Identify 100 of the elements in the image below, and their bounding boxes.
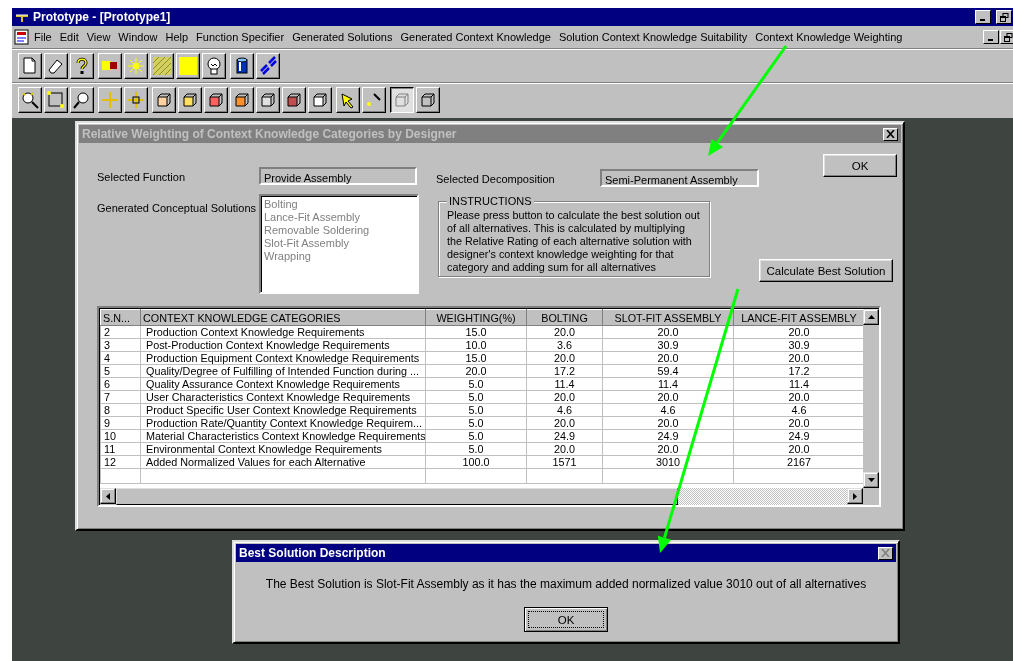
- instructions-text: Please press button to calculate the best solution out of all alternatives. This is calculated by multiplying the Relative Rating of each alternative solution with designer's context knowledge weighting for that category and adding sum for all alternatives: [447, 209, 701, 274]
- minimize-button[interactable]: [983, 30, 999, 44]
- table-cell: Added Normalized Values for each Alternative: [140, 455, 426, 469]
- table-cell: 20.0: [526, 416, 603, 430]
- table-cell: 5.0: [425, 416, 527, 430]
- zoom-icon: [72, 89, 92, 110]
- left-arrow-icon: [106, 492, 110, 500]
- table-cell: 5.0: [425, 390, 527, 404]
- field-label: Selected Decomposition: [436, 172, 556, 185]
- table-cell: 4.6: [526, 403, 603, 417]
- menu-item[interactable]: Solution Context Knowledge Suitability: [554, 31, 752, 43]
- move-arrows-icon: [100, 89, 120, 110]
- menu-item[interactable]: File: [30, 31, 56, 43]
- table-cell: 100.0: [425, 455, 527, 469]
- table-cell: 10.0: [425, 338, 527, 352]
- menu-item[interactable]: View: [82, 31, 115, 43]
- up-arrow-icon: [867, 315, 875, 319]
- table-cell: Quality/Degree of Fulfilling of Intended Function during ...: [140, 364, 426, 378]
- table-cell: 20.0: [602, 351, 734, 365]
- table-cell: Material Characteristics Context Knowledge Requirements: [140, 429, 426, 443]
- column-header[interactable]: CONTEXT KNOWLEDGE CATEGORIES: [140, 309, 426, 326]
- table-cell: 5: [100, 364, 141, 378]
- table-cell: 2: [100, 325, 141, 339]
- field-label: Generated Conceptual Solutions: [97, 201, 257, 214]
- window-title: Prototype - [Prototype1]: [33, 10, 171, 24]
- restore-button[interactable]: [1000, 30, 1013, 44]
- table-cell: Product Specific User Context Knowledge Requirements: [140, 403, 426, 417]
- table-cell: 20.0: [526, 351, 603, 365]
- table-cell: 11.4: [526, 377, 603, 391]
- table-cell: 20.0: [526, 390, 603, 404]
- dialog-title: Best Solution Description: [239, 546, 386, 560]
- vertical-scrollbar[interactable]: [863, 309, 879, 488]
- table-cell: 10: [100, 429, 141, 443]
- table-cell: 8: [100, 403, 141, 417]
- table-cell: 20.0: [425, 364, 527, 378]
- table-cell: 20.0: [526, 442, 603, 456]
- calculate-button[interactable]: Calculate Best Solution: [759, 259, 893, 282]
- table-cell: 20.0: [602, 325, 734, 339]
- table-cell: 11.4: [602, 377, 734, 391]
- hatched-pattern-icon: [152, 55, 172, 76]
- menu-item[interactable]: Function Specifier: [192, 31, 289, 43]
- filled-square-icon: [178, 55, 198, 76]
- table-cell: 4.6: [602, 403, 734, 417]
- close-button[interactable]: [883, 127, 898, 141]
- sun-icon: [126, 55, 146, 76]
- close-button[interactable]: [878, 546, 893, 560]
- table-cell: 5.0: [425, 442, 527, 456]
- column-header[interactable]: WEIGHTING(%): [425, 309, 527, 326]
- dashed-lines-icon: [258, 55, 278, 76]
- zoom-icon: [20, 89, 40, 110]
- menu-item[interactable]: Help: [161, 31, 193, 43]
- restore-button[interactable]: [996, 10, 1012, 24]
- down-arrow-icon: [867, 478, 875, 482]
- dialog-title: Relative Weighting of Context Knowledge Categories by Designer: [82, 127, 457, 141]
- close-icon: [881, 549, 890, 557]
- restore-icon: [999, 12, 1009, 22]
- group-title: INSTRUCTIONS: [447, 195, 534, 208]
- menu-item[interactable]: Edit: [55, 31, 83, 43]
- table-cell: 12: [100, 455, 141, 469]
- table-cell: 15.0: [425, 351, 527, 365]
- menu-item[interactable]: Generated Context Knowledge: [396, 31, 555, 43]
- column-header[interactable]: S.N...: [100, 309, 141, 326]
- right-arrow-icon: [853, 492, 857, 500]
- message-text: The Best Solution is Slot-Fit Assembly as it has the maximum added normalized value 3010 out of all alternatives: [265, 577, 867, 591]
- ok-button[interactable]: OK: [823, 154, 897, 177]
- ok-button[interactable]: OK: [524, 607, 608, 632]
- restore-icon: [1003, 32, 1013, 42]
- menu-item[interactable]: Context Knowledge Weighting: [751, 31, 907, 43]
- column-header[interactable]: LANCE-FIT ASSEMBLY: [733, 309, 863, 326]
- toolbar-button[interactable]: [390, 86, 414, 113]
- table-cell: 20.0: [526, 325, 603, 339]
- menu-item[interactable]: Window: [114, 31, 162, 43]
- lightbulb-icon: [204, 55, 224, 76]
- zoom-window-icon: [46, 89, 66, 110]
- table-cell: Production Rate/Quantity Context Knowledge Requirem...: [140, 416, 426, 430]
- table-cell: 20.0: [602, 390, 734, 404]
- menu-item[interactable]: Generated Solutions: [288, 31, 397, 43]
- table-cell: Environmental Context Knowledge Requirements: [140, 442, 426, 456]
- field-label: Selected Function: [97, 170, 187, 183]
- minimize-button[interactable]: [975, 10, 991, 24]
- table-cell: 5.0: [425, 429, 527, 443]
- close-icon: [886, 130, 895, 138]
- table-cell: Production Context Knowledge Requirements: [140, 325, 426, 339]
- table-cell: Production Equipment Context Knowledge Requirements: [140, 351, 426, 365]
- table-cell: Post-Production Context Knowledge Requirements: [140, 338, 426, 352]
- table-cell: 3: [100, 338, 141, 352]
- table-cell: 9: [100, 416, 141, 430]
- table-cell: 15.0: [425, 325, 527, 339]
- column-header[interactable]: BOLTING: [526, 309, 603, 326]
- document-icon: [14, 29, 30, 45]
- column-header[interactable]: SLOT-FIT ASSEMBLY: [602, 309, 734, 326]
- table-cell: 24.9: [602, 429, 734, 443]
- table-cell: 30.9: [602, 338, 734, 352]
- table-cell: 11: [100, 442, 141, 456]
- table-cell: 5.0: [425, 403, 527, 417]
- table-cell: 3010: [602, 455, 734, 469]
- table-cell: 6: [100, 377, 141, 391]
- table-cell: 20.0: [602, 442, 734, 456]
- table-cell: 3.6: [526, 338, 603, 352]
- table-cell: 1571: [526, 455, 603, 469]
